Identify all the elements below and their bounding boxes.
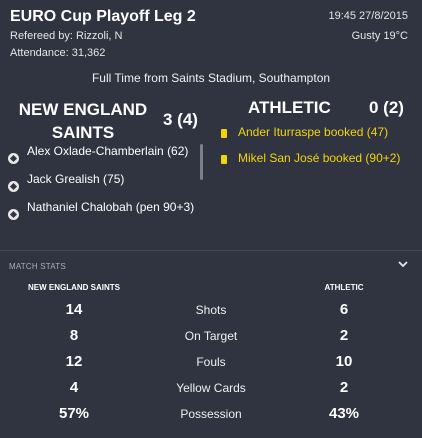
goal-event-text: Nathaniel Chalobah (pen 90+3) — [27, 200, 195, 214]
match-stats-header: MATCH STATS — [9, 262, 66, 271]
stat-away-value: 2 — [339, 327, 349, 344]
goal-event[interactable]: Alex Oxlade-Chamberlain (62) — [8, 143, 198, 164]
away-team-name[interactable]: ATHLETIC — [248, 98, 331, 118]
stat-row: 8 On Target 2 — [0, 324, 422, 350]
stat-row: 12 Fouls 10 — [0, 350, 422, 376]
home-events-list: Alex Oxlade-Chamberlain (62) Jack Greali… — [8, 143, 198, 244]
match-datetime: 19:45 27/8/2015 — [328, 10, 408, 22]
stats-home-header: NEW ENGLAND SAINTS — [28, 283, 120, 292]
yellow-card-icon — [221, 129, 227, 138]
stat-home-value: 4 — [69, 379, 79, 396]
stat-home-value: 57% — [58, 405, 90, 422]
stat-row: 4 Yellow Cards 2 — [0, 376, 422, 402]
stat-row: 57% Possession 43% — [0, 402, 422, 428]
stat-away-value: 6 — [339, 301, 349, 318]
stat-row: 14 Shots 6 — [0, 298, 422, 324]
stat-home-value: 14 — [65, 301, 83, 318]
stat-home-value: 8 — [69, 327, 79, 344]
stat-label: Fouls — [196, 355, 226, 369]
competition-title: EURO Cup Playoff Leg 2 — [10, 8, 196, 25]
events-scrollbar[interactable] — [200, 144, 203, 180]
football-icon — [8, 181, 19, 192]
away-score: 0 (2) — [369, 98, 404, 117]
yellow-card-icon — [221, 155, 227, 164]
football-icon — [8, 153, 19, 164]
booking-event-text: Mikel San José booked (90+2) — [238, 151, 401, 165]
booking-event[interactable]: Mikel San José booked (90+2) — [221, 150, 421, 167]
football-icon — [8, 209, 19, 220]
home-team-name[interactable]: NEW ENGLAND SAINTS — [8, 98, 158, 144]
goal-event-text: Alex Oxlade-Chamberlain (62) — [27, 144, 189, 158]
chevron-down-icon[interactable] — [396, 257, 410, 271]
goal-event[interactable]: Jack Grealish (75) — [8, 171, 198, 192]
stats-header-row: NEW ENGLAND SAINTS ATHLETIC — [0, 278, 422, 298]
booking-event[interactable]: Ander Iturraspe booked (47) — [221, 124, 421, 141]
stat-away-value: 10 — [335, 353, 353, 370]
section-divider — [0, 250, 422, 251]
goal-event[interactable]: Nathaniel Chalobah (pen 90+3) — [8, 199, 198, 220]
full-time-venue: Full Time from Saints Stadium, Southampt… — [91, 71, 331, 85]
stat-home-value: 12 — [65, 353, 83, 370]
stat-away-value: 2 — [339, 379, 349, 396]
booking-event-text: Ander Iturraspe booked (47) — [238, 125, 389, 139]
stat-label: Possession — [180, 407, 242, 421]
stat-label: On Target — [184, 329, 238, 343]
weather-info: Gusty 19°C — [351, 30, 408, 42]
stat-label: Shots — [195, 303, 227, 317]
attendance-info: Attendance: 31,362 — [10, 47, 106, 59]
away-events-list: Ander Iturraspe booked (47) Mikel San Jo… — [221, 124, 421, 176]
stat-away-value: 43% — [328, 405, 360, 422]
stat-label: Yellow Cards — [176, 381, 246, 395]
referee-info: Refereed by: Rizzoli, N — [10, 30, 123, 42]
home-score: 3 (4) — [163, 110, 198, 129]
match-stats-table: NEW ENGLAND SAINTS ATHLETIC 14 Shots 6 8… — [0, 278, 422, 428]
goal-event-text: Jack Grealish (75) — [27, 172, 125, 186]
stats-away-header: ATHLETIC — [324, 283, 364, 292]
